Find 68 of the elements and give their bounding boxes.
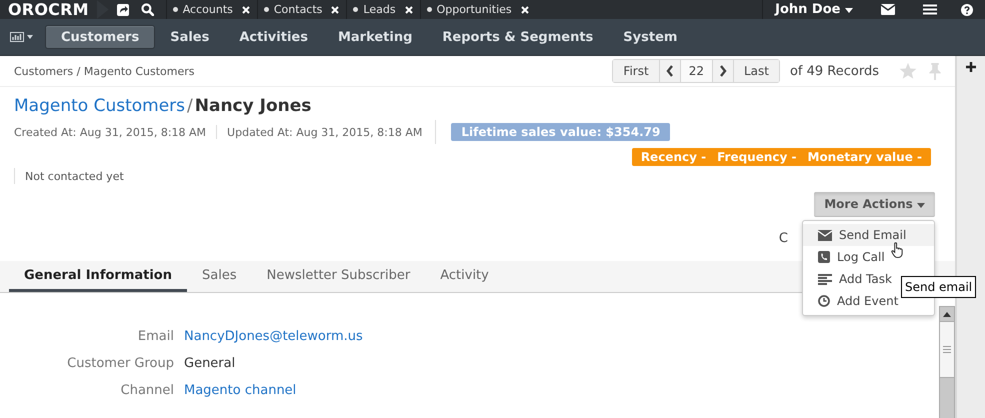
menu-icon[interactable] xyxy=(923,4,937,15)
breadcrumb: Customers / Magento Customers xyxy=(14,64,195,78)
title-link[interactable]: Magento Customers xyxy=(14,96,186,116)
search-icon[interactable] xyxy=(140,3,154,16)
pinned-tab-link[interactable]: Accounts xyxy=(182,3,233,16)
scrollbar[interactable] xyxy=(939,306,955,418)
nav-item[interactable]: System xyxy=(608,25,692,49)
dot-icon xyxy=(353,7,358,12)
phone-icon xyxy=(818,251,830,263)
more-actions-button[interactable]: More Actions xyxy=(814,192,935,217)
record-count: of 49 Records xyxy=(790,64,879,78)
field-value: General xyxy=(184,356,236,371)
field-label: Channel xyxy=(120,383,175,398)
caret-icon[interactable] xyxy=(27,35,33,39)
nav-item[interactable]: Customers xyxy=(45,25,156,49)
meta-text: Created At: Aug 31, 2015, 8:18 AM xyxy=(14,126,206,138)
section-tab[interactable]: Newsletter Subscriber xyxy=(252,261,426,292)
lifetime-sales-badge: Lifetime sales value: $354.79 xyxy=(451,123,670,141)
dot-icon xyxy=(264,7,269,12)
field-link[interactable]: Magento channel xyxy=(184,383,296,398)
pinned-tab-link[interactable]: Leads xyxy=(363,3,396,16)
nav-item[interactable]: Activities xyxy=(224,25,323,49)
section-tab[interactable]: Activity xyxy=(425,261,504,292)
star-icon[interactable] xyxy=(899,62,917,80)
chevron-left-icon xyxy=(666,65,674,77)
rfm-metric: Frequency - xyxy=(717,150,796,164)
page-number: 22 xyxy=(680,60,712,82)
rfm-metric: Recency - xyxy=(640,150,706,164)
close-icon[interactable] xyxy=(520,6,529,14)
hand-cursor-icon xyxy=(891,242,904,259)
chart-icon[interactable] xyxy=(10,32,24,42)
plus-icon[interactable] xyxy=(966,62,976,72)
rfm-metric: Monetary value - xyxy=(808,150,922,164)
menu-item[interactable]: Log Call xyxy=(803,246,934,268)
pinned-tab-link[interactable]: Opportunities xyxy=(436,3,512,16)
meta-text: Updated At: Aug 31, 2015, 8:18 AM xyxy=(227,126,422,138)
field-label: Email xyxy=(136,329,175,344)
close-icon[interactable] xyxy=(404,6,413,14)
covered-text: C xyxy=(778,231,788,246)
arrow-up-icon[interactable] xyxy=(943,312,951,317)
task-list-icon xyxy=(818,274,832,284)
last-button[interactable]: Last xyxy=(732,60,779,82)
nav-item[interactable]: Marketing xyxy=(322,25,428,49)
tooltip: Send email xyxy=(901,276,976,298)
nav-item[interactable]: Reports & Segments xyxy=(427,25,608,49)
record-title: Nancy Jones xyxy=(194,96,312,116)
field-label: Customer Group xyxy=(66,356,175,371)
logo[interactable]: OROCRM xyxy=(0,0,97,19)
clock-icon xyxy=(818,295,830,307)
help-icon[interactable] xyxy=(961,4,973,16)
nav-item[interactable]: Sales xyxy=(155,25,224,49)
pinned-tab-link[interactable]: Contacts xyxy=(274,3,322,16)
envelope-icon[interactable] xyxy=(881,4,895,15)
close-icon[interactable] xyxy=(242,6,250,14)
menu-item[interactable]: Send Email xyxy=(803,224,934,246)
chevron-right-icon xyxy=(718,65,727,77)
share-icon[interactable] xyxy=(116,4,129,16)
dot-icon xyxy=(426,7,432,12)
caret-icon xyxy=(917,203,925,208)
section-tab[interactable]: Sales xyxy=(187,261,252,292)
caret-icon xyxy=(845,8,853,13)
dot-icon xyxy=(172,7,178,12)
close-icon[interactable] xyxy=(331,6,340,14)
title-separator: / xyxy=(187,96,193,116)
field-link[interactable]: NancyDJones@teleworm.us xyxy=(184,329,363,344)
envelope-icon xyxy=(818,230,832,240)
section-tab[interactable]: General Information xyxy=(9,261,187,292)
contact-status: Not contacted yet xyxy=(25,170,124,182)
